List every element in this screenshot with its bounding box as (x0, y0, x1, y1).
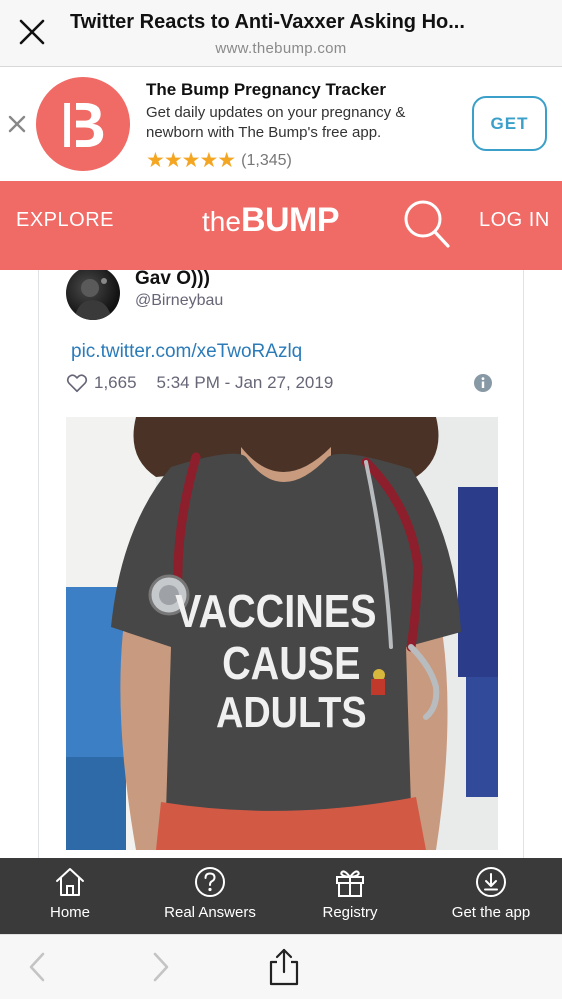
page-title: Twitter Reacts to Anti-Vaxxer Asking Ho.… (70, 11, 465, 33)
app-rating: ★★★★★ (1,345) (146, 150, 292, 172)
heart-icon[interactable] (66, 372, 88, 394)
tab-get-the-app[interactable]: Get the app (421, 858, 561, 934)
rating-count: (1,345) (241, 152, 292, 169)
share-icon[interactable] (265, 947, 303, 987)
brand-the: the (202, 206, 241, 237)
info-icon[interactable] (473, 373, 493, 393)
question-circle-icon (195, 867, 225, 897)
login-link[interactable]: LOG IN (479, 209, 550, 232)
app-logo: B (36, 77, 130, 171)
get-app-button[interactable]: GET (472, 96, 547, 151)
tab-label: Real Answers (164, 904, 256, 921)
back-arrow-icon[interactable] (20, 949, 56, 985)
bump-logo-icon: B (60, 89, 106, 161)
tweet-media-link[interactable]: pic.twitter.com/xeTwoRAzlq (71, 341, 302, 363)
embedded-tweet: Gav O))) @Birneybau pic.twitter.com/xeTw… (38, 270, 524, 858)
app-name: The Bump Pregnancy Tracker (146, 80, 386, 99)
author-name[interactable]: Gav O))) (135, 270, 210, 290)
forward-arrow-icon[interactable] (142, 949, 178, 985)
tshirt-photo-image: VACCINES CAUSE ADULTS (66, 417, 498, 850)
tab-real-answers[interactable]: Real Answers (140, 858, 280, 934)
browser-top-bar: Twitter Reacts to Anti-Vaxxer Asking Ho.… (0, 0, 562, 67)
tab-label: Registry (322, 904, 378, 921)
tab-label: Get the app (451, 904, 531, 921)
tab-registry[interactable]: Registry (280, 858, 420, 934)
site-logo[interactable]: theBUMP (202, 201, 340, 245)
gift-icon (336, 870, 364, 897)
site-navigation: EXPLORE theBUMP LOG IN (0, 181, 562, 270)
star-rating-icon: ★★★★★ (146, 149, 236, 172)
like-count: 1,665 (94, 373, 137, 392)
app-tab-bar: Home Real Answers Registry Get the app (0, 858, 562, 934)
brand-bump: BUMP (240, 201, 340, 239)
article-content: Gav O))) @Birneybau pic.twitter.com/xeTw… (0, 270, 562, 858)
home-icon (56, 868, 84, 896)
shirt-text-line-1: VACCINES (175, 586, 376, 637)
tweet-photo[interactable]: VACCINES CAUSE ADULTS (66, 417, 498, 850)
tab-label: Home (49, 904, 90, 921)
download-circle-icon (476, 867, 506, 897)
page-url: www.thebump.com (215, 40, 347, 57)
dismiss-banner-icon[interactable] (6, 113, 28, 135)
shirt-text-line-3: ADULTS (216, 687, 367, 736)
tweet-timestamp[interactable]: 5:34 PM - Jan 27, 2019 (157, 373, 334, 393)
logo-letter: B (60, 89, 106, 161)
explore-link[interactable]: EXPLORE (16, 209, 114, 232)
app-install-banner: B The Bump Pregnancy Tracker Get daily u… (0, 67, 562, 181)
browser-toolbar (0, 934, 562, 999)
avatar[interactable] (66, 270, 120, 320)
app-description: Get daily updates on your pregnancy & ne… (146, 104, 406, 141)
search-icon[interactable] (402, 198, 452, 250)
tweet-meta: 1,665 5:34 PM - Jan 27, 2019 (66, 372, 333, 394)
shirt-text-line-2: CAUSE (222, 638, 360, 689)
author-handle[interactable]: @Birneybau (135, 292, 223, 310)
tab-home[interactable]: Home (0, 858, 140, 934)
